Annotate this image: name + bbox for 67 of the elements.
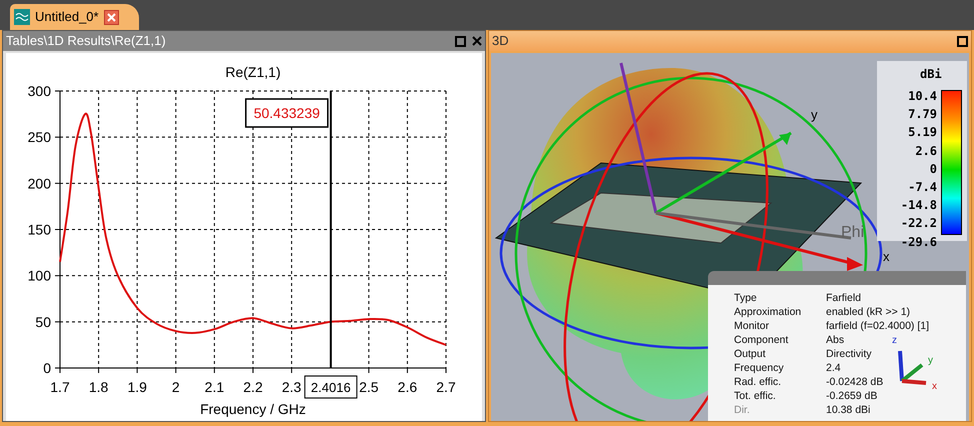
info-label: Tot. effic. (734, 389, 776, 403)
panel-title: Tables\1D Results\Re(Z1,1) (6, 32, 166, 50)
triad-axis-label: x (932, 380, 937, 394)
info-label: Type (734, 291, 757, 305)
y-tick-label: 100 (28, 268, 51, 284)
y-tick-label: 200 (28, 175, 51, 192)
y-tick-label: 50 (35, 314, 51, 330)
x-tick-label: 1.9 (127, 379, 147, 395)
triad-axis-label: z (892, 334, 897, 348)
angle-label: Phi (841, 223, 864, 243)
info-label: Rad. effic. (734, 375, 782, 389)
x-tick-label: 2.7 (436, 379, 456, 395)
y-tick-label: 250 (28, 129, 51, 146)
chart-title: Re(Z1,1) (225, 64, 281, 80)
info-label: Output (734, 347, 766, 361)
close-icon[interactable] (104, 10, 119, 24)
document-tab[interactable]: Untitled_0* (10, 4, 139, 30)
tab-title: Untitled_0* (35, 8, 99, 26)
legend-tick-label: -22.2 (900, 215, 937, 232)
x-axis-label: Frequency / GHz (200, 401, 306, 417)
info-value: 10.38 dBi (826, 403, 870, 417)
axis-label: x (883, 248, 890, 266)
close-icon[interactable] (472, 36, 482, 46)
x-tick-label: 2.1 (204, 379, 224, 395)
info-value: Directivity (826, 347, 872, 361)
y-tick-label: 150 (28, 222, 51, 238)
x-tick-label: 2.6 (398, 379, 418, 395)
info-value: Abs (826, 333, 844, 347)
axis-label: y (811, 106, 818, 124)
legend-tick-label: 2.6 (915, 142, 937, 160)
legend-tick-label: 5.19 (908, 124, 937, 142)
info-value: enabled (kR >> 1) (826, 305, 910, 319)
info-label: Approximation (734, 305, 802, 319)
ref-line-label: 2.4016 (310, 380, 351, 395)
x-tick-label: 2.3 (282, 379, 302, 395)
marker-line[interactable] (330, 91, 332, 368)
info-value: farfield (f=02.4000) [1] (826, 319, 930, 333)
legend-tick-label: 7.79 (908, 106, 937, 124)
legend-unit: dBi (920, 66, 942, 83)
x-tick-label: 2.2 (243, 379, 263, 395)
legend-tick-label: 10.4 (908, 88, 937, 105)
y-tick-label: 0 (43, 360, 51, 376)
legend-tick-label: -7.4 (908, 179, 937, 196)
legend-tick-label: -29.6 (900, 234, 937, 251)
info-label: Component (734, 333, 788, 347)
maximize-icon[interactable] (957, 36, 968, 46)
info-label: Monitor (734, 319, 770, 333)
panel-title: 3D (492, 32, 509, 50)
annotation: 50.433239 (254, 105, 320, 121)
x-tick-label: 1.7 (50, 379, 70, 395)
info-value: 2.4 (826, 361, 841, 375)
legend-tick-label: -14.8 (900, 197, 937, 214)
info-value: -0.02428 dB (826, 375, 884, 389)
triad-axis-label: y (928, 354, 933, 368)
y-tick-label: 300 (28, 83, 51, 99)
info-value: Farfield (826, 291, 862, 305)
info-label: Dir. (734, 403, 750, 417)
x-tick-label: 2.5 (359, 379, 379, 395)
marker-x-label: 2.4016 (304, 376, 358, 398)
x-tick-label: 2 (172, 379, 180, 395)
maximize-icon[interactable] (455, 36, 466, 46)
x-tick-label: 1.8 (88, 379, 108, 395)
info-value: -0.2659 dB (826, 389, 878, 403)
info-label: Frequency (734, 361, 784, 375)
wave-icon (14, 9, 30, 25)
legend-tick-label: 0 (930, 160, 937, 178)
marker-value-label: 50.433239 (245, 98, 329, 128)
